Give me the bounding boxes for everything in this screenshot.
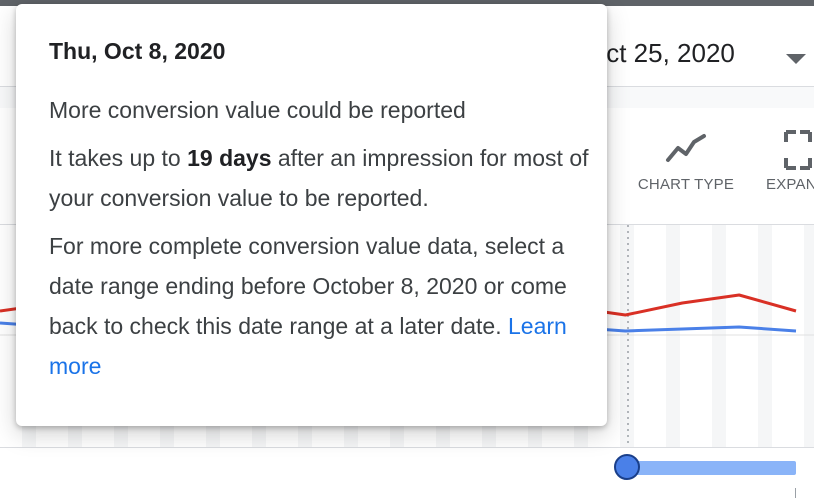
expand-label: EXPAN [766,176,814,193]
tooltip-delay-days: 19 days [187,145,272,171]
tooltip-subtitle: More conversion value could be reported [49,97,466,123]
chart-type-label: CHART TYPE [637,176,735,193]
fullscreen-icon [758,128,814,172]
slider-track[interactable] [628,461,796,475]
grid-column [804,225,814,447]
tooltip-date-title: Thu, Oct 8, 2020 [49,38,226,64]
tooltip-para1-prefix: It takes up to [49,145,188,171]
expand-button[interactable]: EXPAN [758,128,814,193]
grid-column [712,225,726,447]
chart-type-button[interactable]: CHART TYPE [630,128,742,193]
grid-column [758,225,772,447]
grid-column [666,225,680,447]
date-range-slider [0,447,814,500]
slider-handle[interactable] [614,454,640,480]
chevron-down-icon[interactable] [786,54,806,64]
tooltip-para2-text: For more complete conversion value data,… [49,233,567,339]
tooltip-advice-paragraph: For more complete conversion value data,… [49,226,589,386]
grid-column [620,225,634,447]
line-chart-icon [630,128,742,172]
tooltip-delay-paragraph: It takes up to 19 days after an impressi… [49,138,589,218]
date-range-selector[interactable]: Oct 25, 2020 [586,38,735,69]
report-view: Oct 25, 2020 CHART TYPE EXPAN Thu, Oct 8… [0,0,814,500]
conversion-delay-tooltip: Thu, Oct 8, 2020 More conversion value c… [16,4,607,426]
slider-end-tick [795,488,796,498]
